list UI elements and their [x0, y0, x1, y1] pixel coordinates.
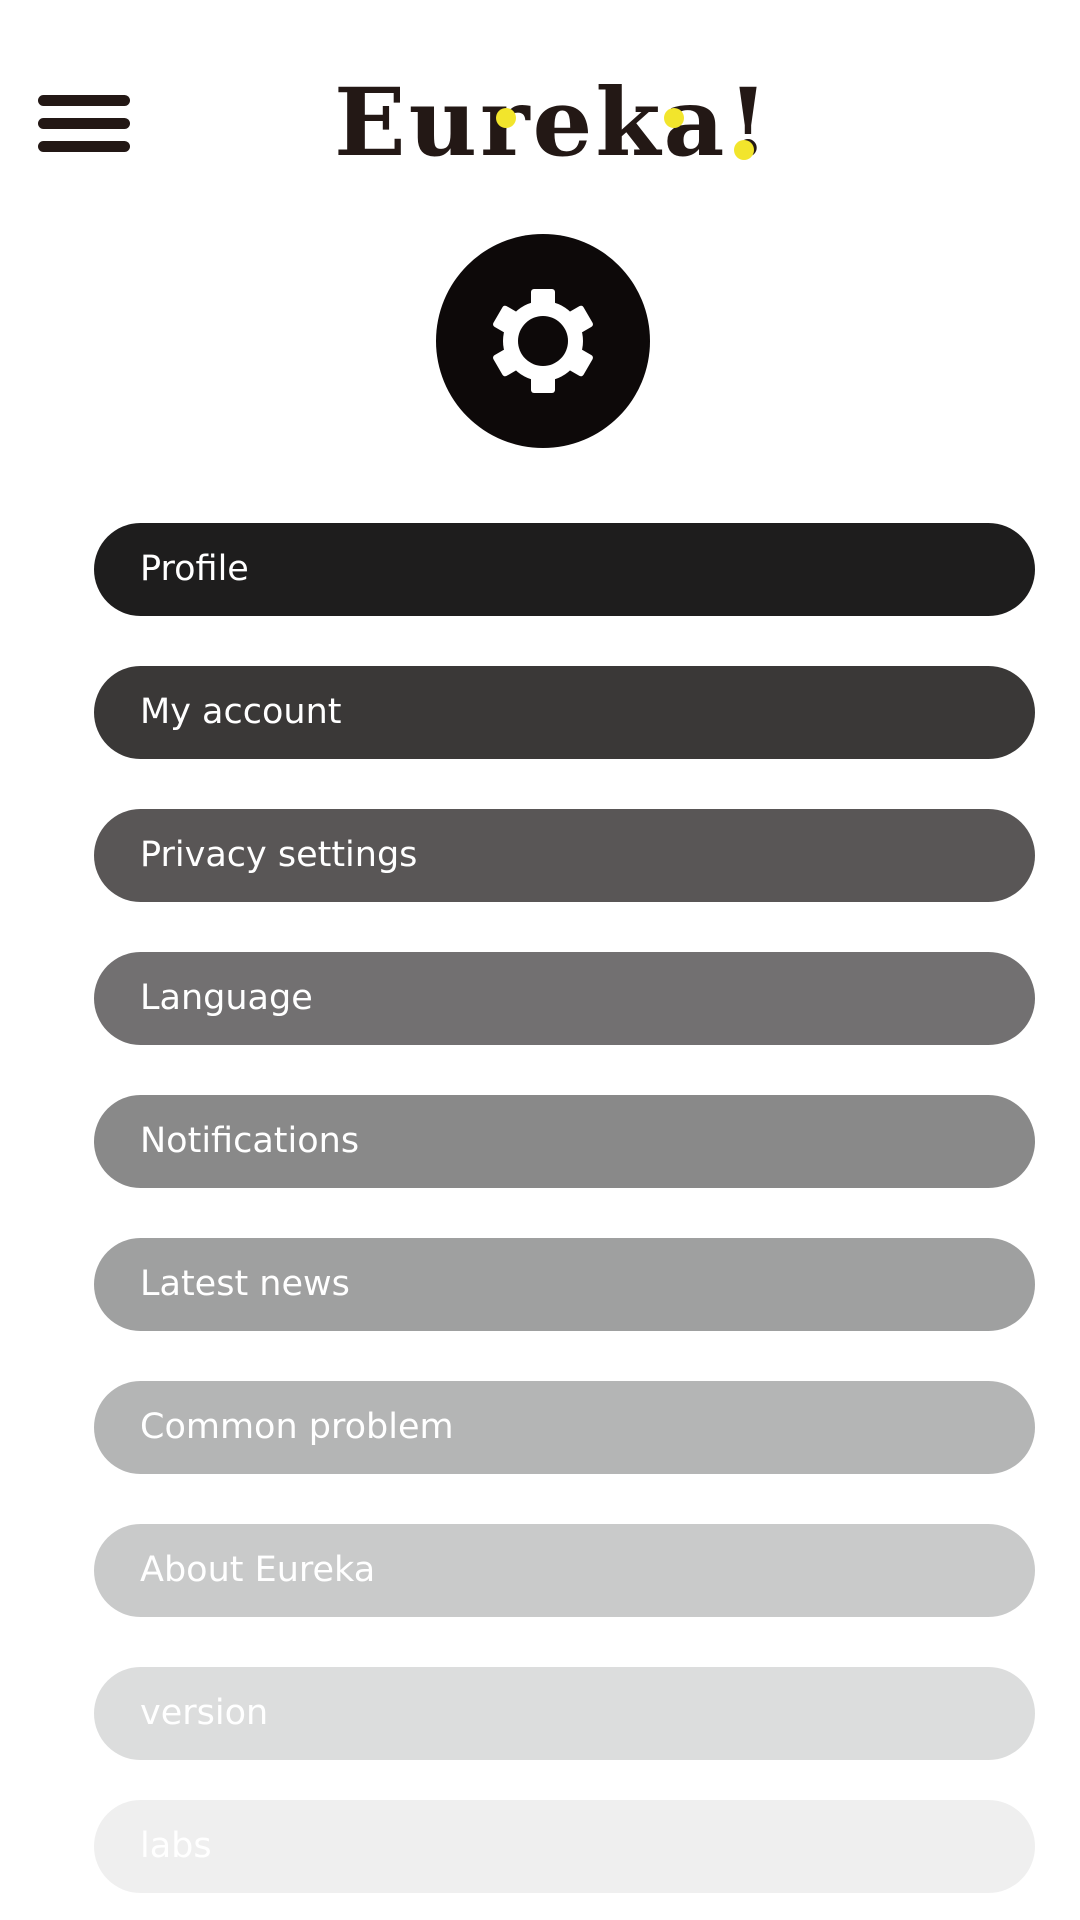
logo-accent-dot-3: [734, 140, 754, 160]
logo-accent-dot-1: [496, 108, 516, 128]
settings-item-label: About Eureka: [140, 1550, 376, 1590]
settings-item-profile[interactable]: Profile: [94, 523, 1035, 616]
menu-bar-middle: [38, 118, 130, 129]
settings-item-labs[interactable]: labs: [94, 1800, 1035, 1893]
settings-item-language[interactable]: Language: [94, 952, 1035, 1045]
hamburger-menu-icon[interactable]: [38, 92, 130, 156]
settings-item-latest-news[interactable]: Latest news: [94, 1238, 1035, 1331]
settings-item-privacy-settings[interactable]: Privacy settings: [94, 809, 1035, 902]
settings-item-notifications[interactable]: Notifications: [94, 1095, 1035, 1188]
logo-text: Eureka!: [334, 68, 772, 178]
menu-bar-bottom: [38, 141, 130, 152]
settings-gear-button[interactable]: [436, 234, 650, 448]
settings-item-label: Common problem: [140, 1407, 454, 1447]
gear-icon: [493, 289, 593, 393]
settings-item-label: Privacy settings: [140, 835, 418, 875]
menu-bar-top: [38, 95, 130, 106]
settings-item-common-problem[interactable]: Common problem: [94, 1381, 1035, 1474]
settings-item-label: Profile: [140, 549, 249, 589]
settings-item-label: Language: [140, 978, 313, 1018]
app-logo: Eureka!: [334, 76, 769, 170]
settings-item-version[interactable]: version: [94, 1667, 1035, 1760]
settings-item-label: My account: [140, 692, 342, 732]
app-header: Eureka!: [0, 0, 1080, 200]
settings-item-about-eureka[interactable]: About Eureka: [94, 1524, 1035, 1617]
settings-item-label: Notifications: [140, 1121, 360, 1161]
settings-item-my-account[interactable]: My account: [94, 666, 1035, 759]
settings-item-label: labs: [140, 1826, 212, 1866]
settings-item-label: version: [140, 1693, 269, 1733]
logo-accent-dot-2: [664, 108, 684, 128]
settings-item-label: Latest news: [140, 1264, 350, 1304]
